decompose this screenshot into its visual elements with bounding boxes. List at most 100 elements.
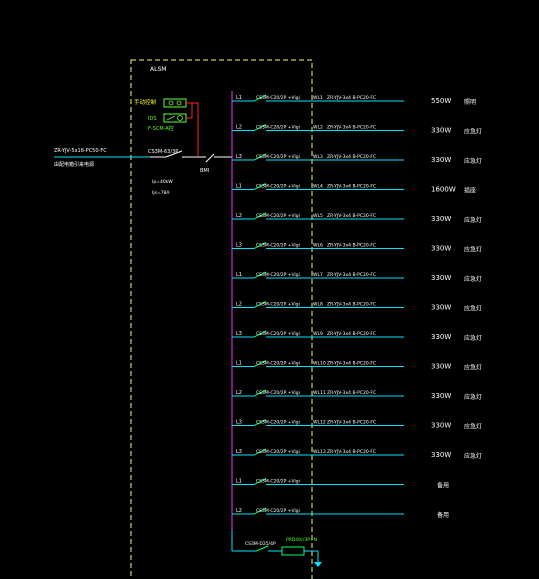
circuit-cable-label: ZR-YJV-3x4 B-PC20-FC <box>327 390 376 396</box>
control-contact-box-1 <box>163 98 187 108</box>
circuit-cable-label: ZR-YJV-3x4 B-PC20-FC <box>327 184 376 190</box>
circuit-use-label: 应急灯 <box>464 216 482 224</box>
circuit-power-label: 550W <box>431 97 451 105</box>
control-title: 手动控制 <box>134 98 157 106</box>
circuit-power-label: 330W <box>431 127 451 135</box>
circuit-id-label: WL9 <box>313 331 323 337</box>
circuit-cable-label: ZR-YJV-3x4 B-PC20-FC <box>327 272 376 278</box>
circuit-power-label: 330W <box>431 156 451 164</box>
circuit-id-label: WL13 <box>313 449 326 455</box>
spd-device-label: PRD40r/3P+N <box>286 537 317 543</box>
circuit-phase-label: L2 <box>236 508 242 514</box>
circuit-phase-label: L1 <box>236 272 242 278</box>
panel-label: ALSM <box>150 66 166 73</box>
circuit-power-label: 330W <box>431 363 451 371</box>
circuit-use-label: 照明 <box>464 99 476 106</box>
distribution-panel-diagram: ALSM ZR-YJV-5x16-PC50-FC 由配电箱引来电源 CS3M-6… <box>54 59 482 579</box>
circuit-breaker-label: CS3M-C20/2P +Vigi <box>256 95 300 101</box>
circuit-id-label: WL4 <box>313 184 323 190</box>
circuit-use-label: 应急灯 <box>464 128 482 136</box>
circuit-power-label: 330W <box>431 392 451 400</box>
circuit-phase-label: L1 <box>236 184 242 190</box>
circuit-phase-label: L1 <box>236 479 242 485</box>
spd-breaker-label: CS3M-D25/4P <box>245 541 276 547</box>
circuit-use-label: 应急灯 <box>464 452 482 460</box>
circuit-cable-label: ZR-YJV-3x4 B-PC20-FC <box>327 125 376 131</box>
incoming-cable-label: ZR-YJV-5x16-PC50-FC <box>54 148 107 154</box>
circuit-power-label: 1600W <box>431 186 456 194</box>
control-contact-2 <box>177 115 183 121</box>
isolator-switch-tag: BMI <box>200 168 209 174</box>
circuit-id-label: WL1 <box>313 95 323 101</box>
circuit-phase-label: L2 <box>236 302 242 308</box>
circuit-breaker-label: CS3M-C20/2P +Vigi <box>256 331 300 337</box>
circuit-breaker-label: CS3M-C20/2P +Vigi <box>256 449 300 455</box>
circuit-id-label: WL12 <box>313 420 326 426</box>
circuit-use-label: 应急灯 <box>464 275 482 283</box>
circuit-cable-label: ZR-YJV-3x4 B-PC20-FC <box>327 361 376 367</box>
circuit-breaker-label: CS3M-C20/2P +Vigi <box>256 508 300 514</box>
circuit-id-label: WL11 <box>313 390 326 396</box>
circuit-cable-label: ZR-YJV-3x4 B-PC20-FC <box>327 449 376 455</box>
circuit-phase-label: L1 <box>236 95 242 101</box>
circuit-cable-label: ZR-YJV-3x4 B-PC20-FC <box>327 213 376 219</box>
circuit-power-label: 330W <box>431 422 451 430</box>
circuit-cable-label: ZR-YJV-3x4 B-PC20-FC <box>327 243 376 249</box>
circuit-breaker-label: CS3M-C20/2P +Vigi <box>256 302 300 308</box>
circuit-phase-label: L3 <box>236 154 242 160</box>
circuit-id-label: WL6 <box>313 243 323 249</box>
circuit-cable-label: ZR-YJV-3x4 B-PC20-FC <box>327 154 376 160</box>
main-breaker-setting: Ip=40kW <box>152 179 173 185</box>
spd-branch <box>231 530 322 567</box>
control-contact-1a <box>168 100 174 106</box>
circuit-phase-label: L3 <box>236 449 242 455</box>
circuit-cable-label: ZR-YJV-3x4 B-PC20-FC <box>327 95 376 101</box>
circuit-breaker-label: CS3M-C20/2P +Vigi <box>256 184 300 190</box>
circuit-id-label: WL7 <box>313 272 323 278</box>
circuit-use-label: 应急灯 <box>464 334 482 342</box>
circuit-power-label: 330W <box>431 215 451 223</box>
circuit-phase-label: L3 <box>236 420 242 426</box>
control-wire-2 <box>186 103 193 119</box>
circuit-phase-label: L3 <box>236 243 242 249</box>
panel-frame <box>130 59 313 579</box>
control-line2: F-SCM-A控 <box>148 125 174 132</box>
control-contact-2-lever <box>166 115 176 121</box>
circuit-phase-label: L1 <box>236 361 242 367</box>
circuit-use-label: 应急灯 <box>464 305 482 313</box>
spd-device-symbol <box>281 546 305 556</box>
circuit-id-label: WL8 <box>313 302 323 308</box>
outgoing-circuits: L1 CS3M-C20/2P +Vigi WL1 ZR-YJV-3x4 B-PC20-… <box>232 94 482 519</box>
circuit-phase-label: L3 <box>236 331 242 337</box>
main-breaker-current: Ijs=78A <box>152 190 170 196</box>
circuit-power-label: 330W <box>431 274 451 282</box>
circuit-phase-label: L2 <box>236 125 242 131</box>
circuit-breaker-label: CS3M-C20/2P +Vigi <box>256 272 300 278</box>
circuit-id-label: WL2 <box>313 125 323 131</box>
circuit-phase-label: L2 <box>236 390 242 396</box>
circuit-id-label: WL10 <box>313 361 326 367</box>
circuit-id-label: WL3 <box>313 154 323 160</box>
circuit-cable-label: ZR-YJV-3x4 B-PC20-FC <box>327 302 376 308</box>
circuit-use-label: 插座 <box>464 187 476 195</box>
circuit-power-label: 330W <box>431 304 451 312</box>
main-breaker-label: CS3M-63/3P <box>148 149 178 155</box>
circuit-power-label: 330W <box>431 451 451 459</box>
circuit-power-label: 330W <box>431 245 451 253</box>
circuit-use-label: 备用 <box>437 511 449 519</box>
circuit-use-label: 应急灯 <box>464 157 482 165</box>
circuit-cable-label: ZR-YJV-3x4 B-PC20-FC <box>327 420 376 426</box>
circuit-use-label: 应急灯 <box>464 423 482 431</box>
circuit-breaker-label: CS3M-C20/2P +Vigi <box>256 243 300 249</box>
circuit-breaker-label: CS3M-C20/2P +Vigi <box>256 390 300 396</box>
circuit-id-label: WL5 <box>313 213 323 219</box>
control-contact-1b <box>176 100 182 106</box>
circuit-cable-label: ZR-YJV-3x4 B-PC20-FC <box>327 331 376 337</box>
incoming-note-label: 由配电箱引来电源 <box>54 161 94 168</box>
circuit-use-label: 应急灯 <box>464 364 482 372</box>
circuit-breaker-label: CS3M-C20/2P +Vigi <box>256 420 300 426</box>
circuit-use-label: 备用 <box>437 482 449 490</box>
circuit-power-label: 330W <box>431 333 451 341</box>
circuit-breaker-label: CS3M-C20/2P +Vigi <box>256 479 300 485</box>
circuit-breaker-label: CS3M-C20/2P +Vigi <box>256 154 300 160</box>
